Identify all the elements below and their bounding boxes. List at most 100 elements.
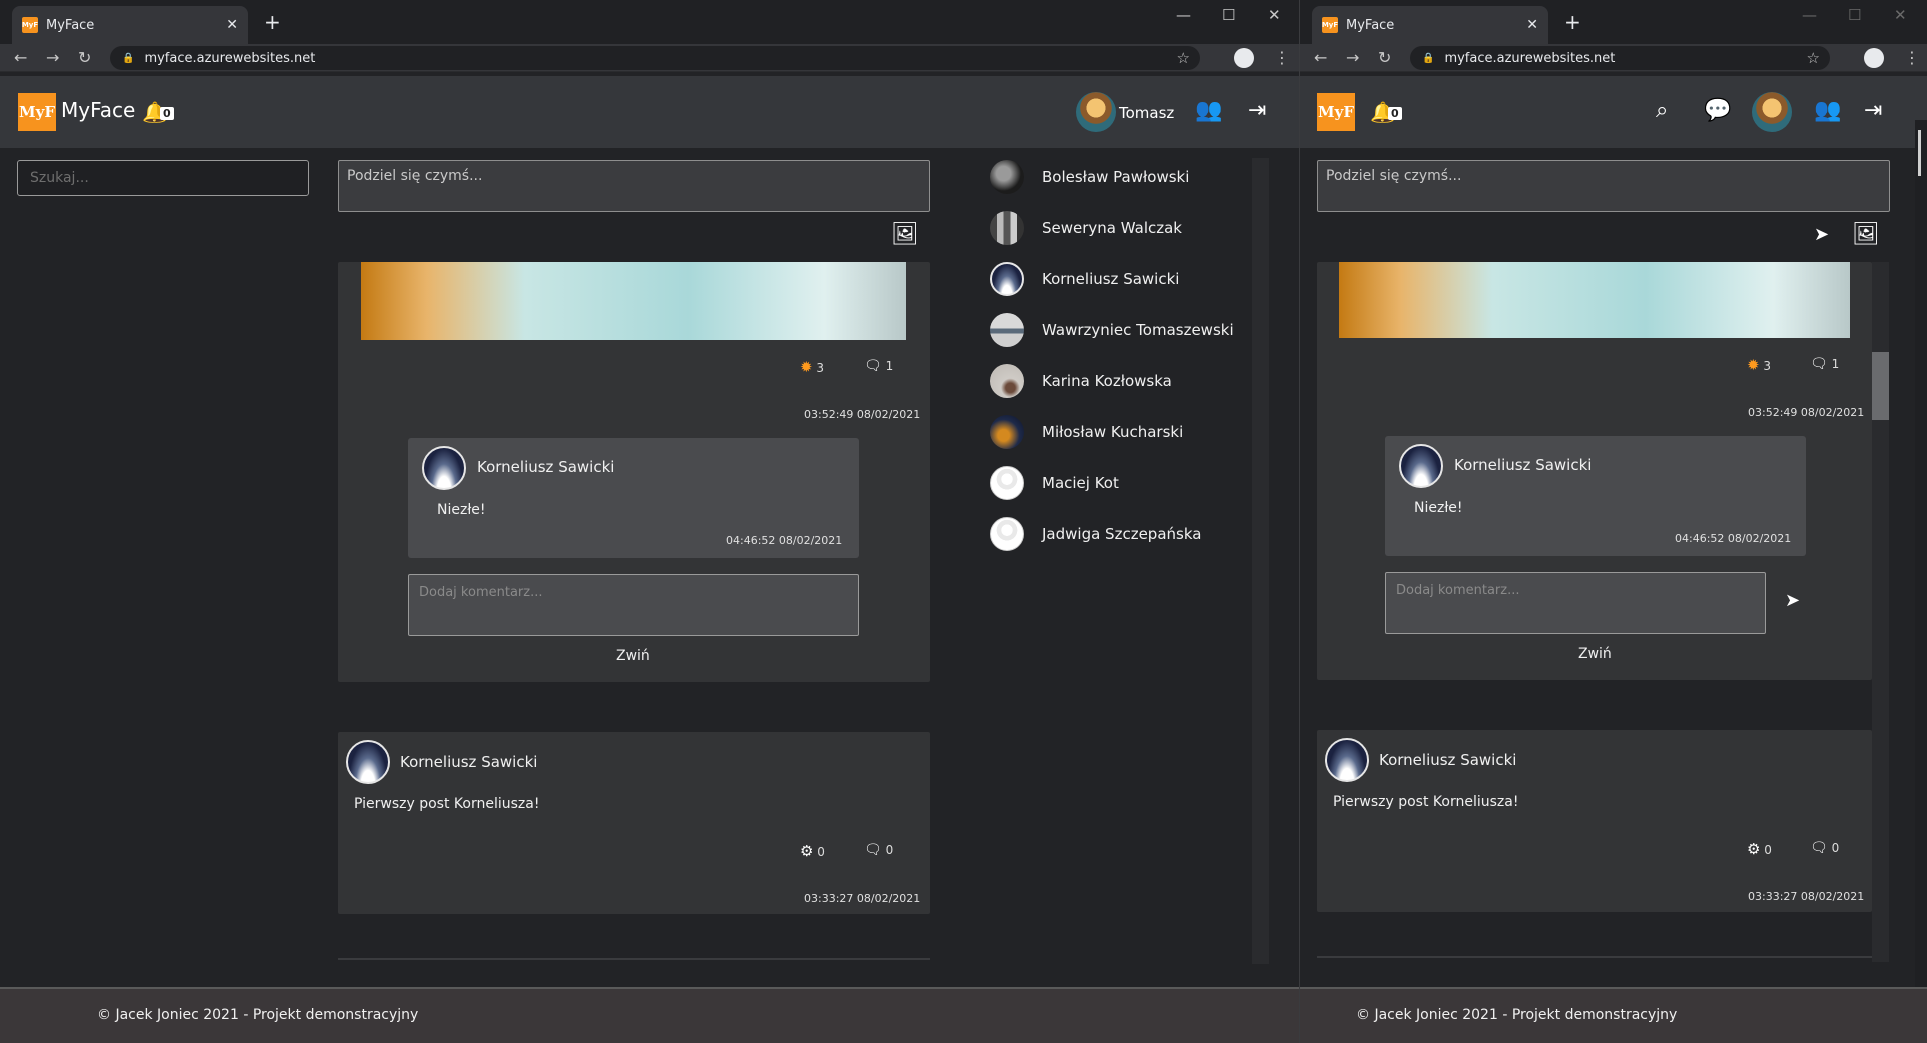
app-navbar: MyF MyFace 🔔 0 Tomasz 👥 ⇥ (0, 76, 1299, 148)
new-tab-icon[interactable]: + (1564, 10, 1581, 34)
collapse-link[interactable]: Zwiń (616, 648, 650, 664)
browser-menu-icon[interactable]: ⋮ (1274, 48, 1290, 67)
footer-text: © Jacek Joniec 2021 - Projekt demonstrac… (1356, 1007, 1678, 1023)
post-image[interactable] (361, 262, 906, 340)
profile-icon[interactable] (1864, 48, 1884, 68)
browser-tab[interactable]: MyF MyFace ✕ (12, 6, 248, 44)
window-close-icon[interactable]: ✕ (1894, 6, 1907, 24)
users-icon[interactable]: 👥 (1814, 98, 1841, 123)
back-icon[interactable]: ← (1314, 48, 1327, 67)
comments-button[interactable]: 🗨 0 (1810, 840, 1839, 856)
like-button[interactable]: ✹ 3 (800, 358, 824, 376)
comment-author[interactable]: Korneliusz Sawicki (477, 458, 614, 476)
bookmark-star-icon[interactable]: ☆ (1177, 49, 1190, 67)
comment-icon: 🗨 (1810, 840, 1828, 856)
list-item[interactable]: Miłosław Kucharski (990, 415, 1183, 449)
forward-icon[interactable]: → (1346, 48, 1359, 67)
bookmark-star-icon[interactable]: ☆ (1807, 49, 1820, 67)
like-button[interactable]: ✹ 3 (1747, 356, 1771, 374)
logout-icon[interactable]: ⇥ (1864, 98, 1882, 123)
avatar[interactable] (422, 446, 466, 490)
search-icon[interactable]: ⌕ (1656, 98, 1668, 123)
maximize-icon[interactable]: ☐ (1848, 6, 1861, 24)
search-input[interactable]: Szukaj... (17, 160, 309, 196)
profile-icon[interactable] (1234, 48, 1254, 68)
comment-text: Niezłe! (1414, 500, 1463, 516)
like-button[interactable]: ⚙ 0 (1747, 840, 1772, 858)
feed-scrollbar[interactable] (1872, 262, 1889, 962)
send-icon[interactable]: ➤ (1814, 224, 1829, 245)
maximize-icon[interactable]: ☐ (1222, 6, 1235, 24)
minimize-icon[interactable]: — (1802, 6, 1817, 24)
comment-input[interactable]: Dodaj komentarz... (408, 574, 859, 636)
gear-icon: ⚙ (1747, 840, 1761, 858)
avatar[interactable] (1325, 738, 1369, 782)
page-scrollbar-thumb[interactable] (1918, 130, 1921, 176)
list-item[interactable]: Karina Kozłowska (990, 364, 1172, 398)
username[interactable]: Tomasz (1119, 104, 1174, 122)
forward-icon[interactable]: → (46, 48, 59, 67)
comment-input[interactable]: Dodaj komentarz... (1385, 572, 1766, 634)
reload-icon[interactable]: ↻ (78, 48, 91, 67)
lock-icon: 🔒 (1422, 52, 1435, 64)
logout-icon[interactable]: ⇥ (1248, 98, 1266, 123)
page-scrollbar[interactable] (1915, 120, 1927, 987)
tab-close-icon[interactable]: ✕ (1526, 17, 1538, 33)
user-avatar[interactable] (1752, 92, 1792, 132)
list-item[interactable]: Jadwiga Szczepańska (990, 517, 1201, 551)
address-bar[interactable]: 🔒 myface.azurewebsites.net ☆ (110, 46, 1200, 70)
avatar[interactable] (346, 740, 390, 784)
share-input[interactable]: Podziel się czymś... (1317, 160, 1890, 212)
divider (1317, 956, 1872, 958)
list-item[interactable]: Maciej Kot (990, 466, 1119, 500)
brand-name[interactable]: MyFace (61, 98, 135, 122)
scrollbar-thumb[interactable] (1872, 352, 1889, 420)
share-input[interactable]: Podziel się czymś... (338, 160, 930, 212)
new-tab-icon[interactable]: + (264, 10, 281, 34)
post-author[interactable]: Korneliusz Sawicki (1379, 751, 1516, 769)
list-item[interactable]: Korneliusz Sawicki (990, 262, 1179, 296)
like-button[interactable]: ⚙ 0 (800, 842, 825, 860)
comments-button[interactable]: 🗨 1 (1810, 356, 1839, 372)
tab-close-icon[interactable]: ✕ (226, 17, 238, 33)
list-item[interactable]: Bolesław Pawłowski (990, 160, 1189, 194)
chat-icon[interactable]: 💬 (1704, 98, 1731, 123)
browser-window-desktop: MyF MyFace ✕ + — ☐ ✕ ← → ↻ 🔒 myface.azur… (0, 0, 1300, 1043)
image-icon[interactable]: 🖼 (891, 222, 919, 247)
window-close-icon[interactable]: ✕ (1268, 6, 1281, 24)
friends-scrollbar[interactable] (1252, 158, 1269, 964)
collapse-link[interactable]: Zwiń (1578, 646, 1612, 662)
comments-button[interactable]: 🗨 0 (864, 842, 893, 858)
comment-author[interactable]: Korneliusz Sawicki (1454, 456, 1591, 474)
post-timestamp: 03:52:49 08/02/2021 (1748, 406, 1865, 419)
minimize-icon[interactable]: — (1176, 6, 1191, 24)
notifications-badge: 0 (1388, 107, 1402, 120)
browser-tab[interactable]: MyF MyFace ✕ (1312, 6, 1548, 44)
notifications-badge: 0 (160, 107, 174, 120)
post-author[interactable]: Korneliusz Sawicki (400, 753, 537, 771)
send-icon[interactable]: ➤ (1785, 590, 1800, 611)
user-avatar[interactable] (1076, 92, 1116, 132)
gear-icon: ✹ (800, 358, 813, 376)
list-item[interactable]: Seweryna Walczak (990, 211, 1182, 245)
reload-icon[interactable]: ↻ (1378, 48, 1391, 67)
comments-button[interactable]: 🗨 1 (864, 358, 893, 374)
browser-menu-icon[interactable]: ⋮ (1904, 48, 1920, 67)
address-bar[interactable]: 🔒 myface.azurewebsites.net ☆ (1410, 46, 1830, 70)
comment-text: Niezłe! (437, 502, 486, 518)
app-logo[interactable]: MyF (1317, 93, 1355, 131)
gear-icon: ⚙ (800, 842, 814, 860)
page-footer: © Jacek Joniec 2021 - Projekt demonstrac… (1300, 987, 1927, 1043)
users-icon[interactable]: 👥 (1195, 98, 1222, 123)
comment-timestamp: 04:46:52 08/02/2021 (1675, 532, 1792, 545)
avatar[interactable] (1399, 444, 1443, 488)
app-logo[interactable]: MyF (18, 93, 56, 131)
post-text: Pierwszy post Korneliusza! (354, 796, 540, 812)
comment-icon: 🗨 (864, 358, 882, 374)
browser-tab-strip: MyF MyFace ✕ + — ☐ ✕ (0, 0, 1299, 44)
post-image[interactable] (1339, 262, 1850, 338)
image-icon[interactable]: 🖼 (1852, 222, 1880, 247)
url-text: myface.azurewebsites.net (1444, 50, 1616, 66)
back-icon[interactable]: ← (14, 48, 27, 67)
list-item[interactable]: Wawrzyniec Tomaszewski (990, 313, 1234, 347)
